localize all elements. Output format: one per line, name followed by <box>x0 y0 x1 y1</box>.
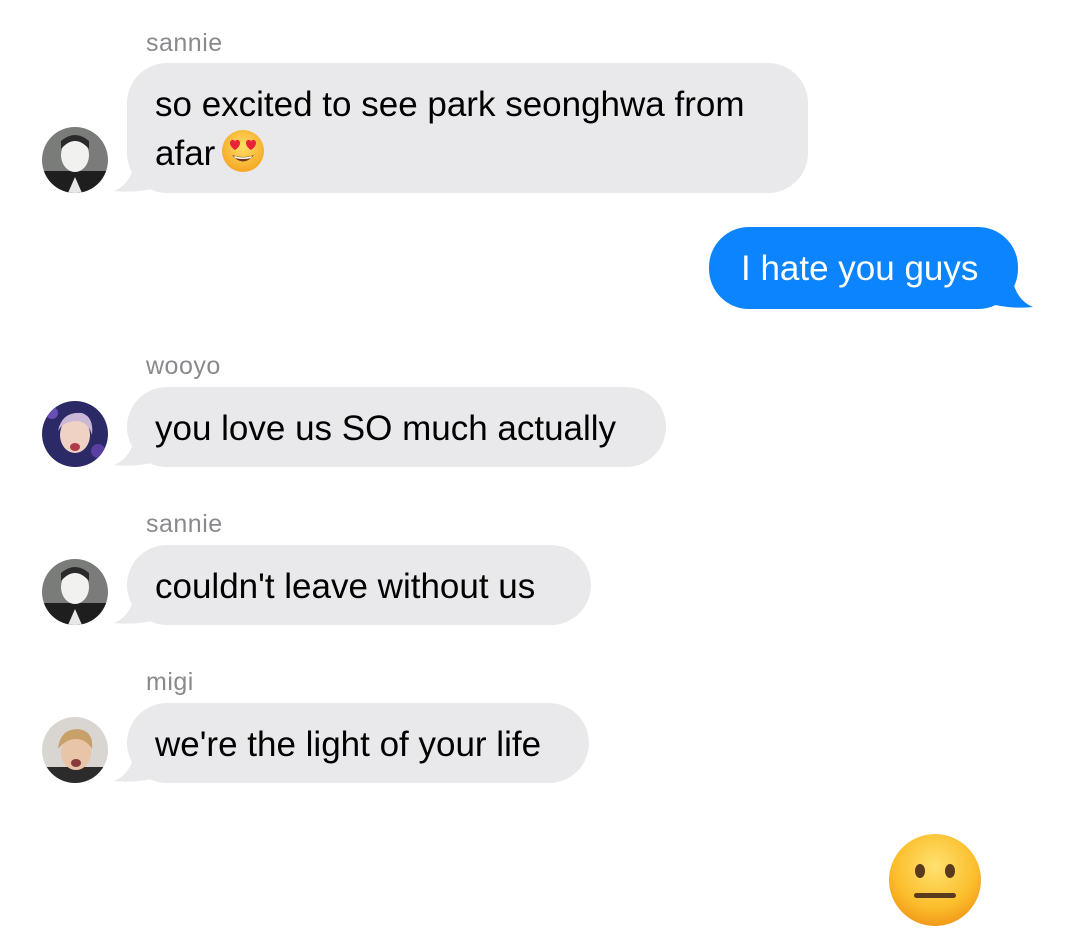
avatar-sannie-image <box>42 127 108 193</box>
message-text-3: you love us SO much actually <box>155 409 617 448</box>
sender-name-wooyo: wooyo <box>146 352 221 380</box>
message-bubble-5[interactable]: we're the light of your life <box>127 703 589 783</box>
avatar-wooyo-image <box>42 401 108 467</box>
avatar-sannie-image <box>42 559 108 625</box>
sender-name-sannie: sannie <box>146 29 223 57</box>
avatar-sannie[interactable] <box>42 127 108 193</box>
avatar-migi-image <box>42 717 108 783</box>
message-bubble-1[interactable]: so excited to see park seonghwa from afa… <box>127 63 808 193</box>
message-text-5: we're the light of your life <box>155 725 542 764</box>
sender-name-migi: migi <box>146 668 194 696</box>
neutral-face-emoji-icon[interactable] <box>888 833 982 927</box>
avatar-wooyo[interactable] <box>42 401 108 467</box>
avatar-migi[interactable] <box>42 717 108 783</box>
message-text-2: I hate you guys <box>741 249 979 288</box>
message-text-4: couldn't leave without us <box>155 567 536 606</box>
heart-eyes-emoji-icon <box>221 129 265 173</box>
avatar-sannie[interactable] <box>42 559 108 625</box>
message-bubble-2[interactable]: I hate you guys <box>709 227 1018 309</box>
message-bubble-3[interactable]: you love us SO much actually <box>127 387 666 467</box>
bubble-tail <box>995 269 1033 308</box>
sender-name-sannie: sannie <box>146 510 223 538</box>
message-bubble-4[interactable]: couldn't leave without us <box>127 545 591 625</box>
